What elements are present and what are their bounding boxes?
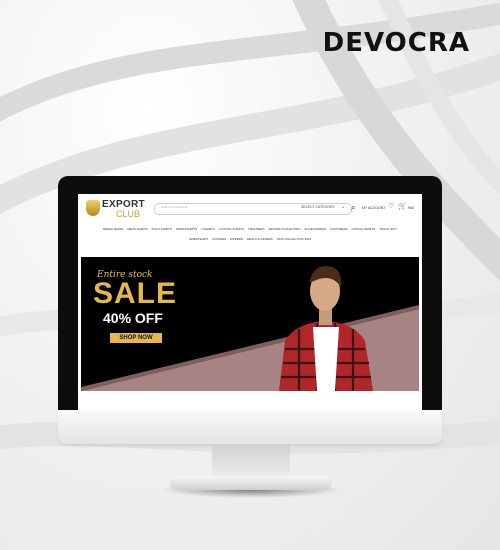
- nav-row-secondary: SWEATSHIRT HOODIES ZIPPERS DEALS & OFFER…: [78, 237, 422, 241]
- nav-item[interactable]: SWEATSHIRT: [189, 237, 208, 241]
- cart-price: Rs0: [408, 206, 415, 210]
- nav-item[interactable]: ZIPPERS: [230, 237, 243, 241]
- nav-item[interactable]: DEALS & OFFERS: [247, 237, 273, 241]
- nav-item[interactable]: DENIM JEANS: [103, 227, 123, 231]
- nav-item[interactable]: ACCESSORIES: [304, 227, 326, 231]
- nav-item[interactable]: HOODIES: [212, 237, 226, 241]
- banner-headline: SALE: [93, 277, 178, 310]
- nav-item[interactable]: POLO SHIRTS: [152, 227, 172, 231]
- nav-item[interactable]: MENS SHIRTS: [127, 227, 147, 231]
- monitor-bezel: EXPORT CLUB Search for products SELECT C…: [58, 176, 442, 410]
- nav-item[interactable]: TRACK SUIT: [379, 227, 397, 231]
- monitor-screen: EXPORT CLUB Search for products SELECT C…: [78, 194, 422, 410]
- category-select[interactable]: SELECT CATEGORY: [301, 205, 335, 209]
- site-header: EXPORT CLUB Search for products SELECT C…: [78, 194, 422, 224]
- search-bar[interactable]: Search for products SELECT CATEGORY ⌄: [154, 203, 352, 215]
- nav-item[interactable]: SWEATSHIRTS: [176, 227, 197, 231]
- nav-item[interactable]: COTTON CHINOS: [219, 227, 244, 231]
- brand-logo: DEVOCRA: [322, 28, 470, 58]
- banner-discount: 40% OFF: [103, 310, 163, 326]
- nav-row-primary: DENIM JEANS MENS SHIRTS POLO SHIRTS SWEA…: [78, 227, 422, 231]
- search-input[interactable]: Search for products: [161, 205, 187, 209]
- heart-icon[interactable]: ♡: [388, 202, 394, 210]
- monitor-stand-base: [170, 476, 332, 490]
- shop-now-button[interactable]: SHOP NOW: [110, 333, 162, 343]
- logo-crest-icon[interactable]: [86, 200, 100, 216]
- nav-item[interactable]: FOOTWEAR: [330, 227, 347, 231]
- chevron-down-icon: ⌄: [341, 204, 346, 210]
- nav-item[interactable]: CASUAL SHIRTS: [351, 227, 375, 231]
- sale-banner[interactable]: Entire stock SALE 40% OFF SHOP NOW: [81, 257, 419, 391]
- my-account-link[interactable]: MY ACCOUNT: [362, 206, 385, 210]
- search-icon[interactable]: ⌕: [351, 203, 355, 213]
- nav-item[interactable]: KIDS COLLECTION 2023: [277, 237, 312, 241]
- logo-text-secondary[interactable]: CLUB: [116, 209, 140, 219]
- nav-item[interactable]: WINTER COLLECTION: [269, 227, 301, 231]
- nav-item[interactable]: T-SHIRTS: [201, 227, 215, 231]
- nav-item[interactable]: TROUSERS: [248, 227, 265, 231]
- monitor-chin: [58, 410, 442, 444]
- cart-icon[interactable]: 🛒: [398, 202, 407, 210]
